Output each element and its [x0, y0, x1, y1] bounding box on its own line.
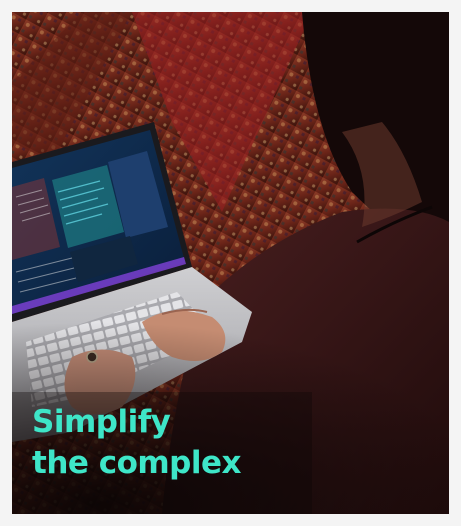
headline: Simplify the complex — [32, 402, 242, 484]
headline-line-2: the complex — [32, 445, 242, 481]
headline-line-1: Simplify — [32, 404, 171, 440]
page-frame: Simplify the complex — [0, 0, 461, 526]
